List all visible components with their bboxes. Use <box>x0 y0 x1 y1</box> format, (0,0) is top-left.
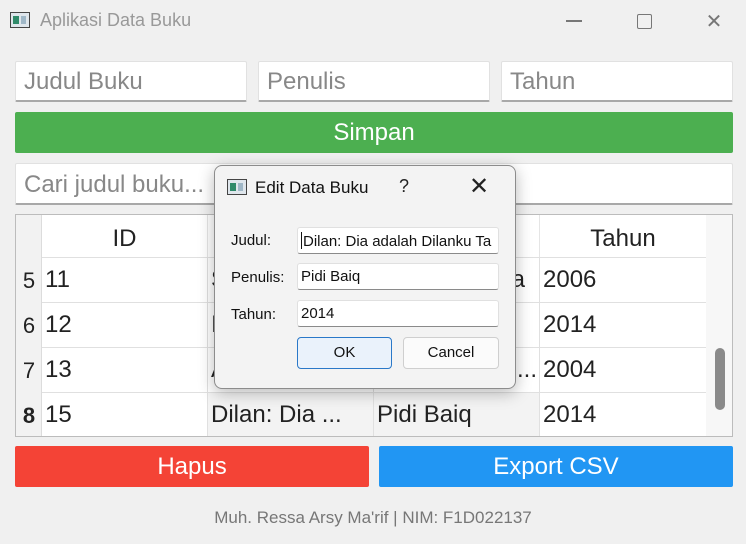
penulis-placeholder: Penulis <box>267 68 346 95</box>
tahun-label: Tahun: <box>231 306 277 323</box>
help-button[interactable]: ? <box>399 176 409 197</box>
dialog-judul-input[interactable]: Dilan: Dia adalah Dilanku Ta <box>297 227 499 254</box>
close-icon: ✕ <box>705 10 723 33</box>
dialog-close-button[interactable]: ✕ <box>469 172 489 201</box>
main-window: Aplikasi Data Buku ✕ Judul Buku Penulis … <box>0 0 746 544</box>
row-number[interactable]: 8 <box>16 403 42 429</box>
row-number[interactable]: 6 <box>16 313 42 339</box>
delete-button[interactable]: Hapus <box>15 446 369 487</box>
dialog-title: Edit Data Buku <box>255 178 369 197</box>
scrollbar-thumb[interactable] <box>715 348 725 410</box>
cell-tahun[interactable]: 2004 <box>540 348 707 392</box>
judul-placeholder: Judul Buku <box>24 68 143 95</box>
search-placeholder: Cari judul buku... <box>24 171 205 198</box>
judul-input[interactable]: Judul Buku <box>15 61 247 102</box>
cell-tahun[interactable]: 2014 <box>540 393 707 436</box>
table-row[interactable]: 15 Dilan: Dia ... Pidi Baiq 2014 <box>42 392 707 436</box>
maximize-button[interactable] <box>616 0 672 42</box>
save-button[interactable]: Simpan <box>15 112 733 153</box>
ok-button[interactable]: OK <box>297 337 392 369</box>
tahun-value: 2014 <box>301 305 335 322</box>
close-button[interactable]: ✕ <box>686 0 742 42</box>
footer-text: Muh. Ressa Arsy Ma'rif | NIM: F1D022137 <box>214 508 532 527</box>
row-number[interactable]: 7 <box>16 358 42 384</box>
dialog-window-icon <box>227 179 247 195</box>
row-header: 5 6 7 8 <box>16 215 42 436</box>
tahun-placeholder: Tahun <box>510 68 576 95</box>
cell-tahun[interactable]: 2014 <box>540 303 707 347</box>
dialog-tahun-input[interactable]: 2014 <box>297 300 499 327</box>
title-bar: Aplikasi Data Buku ✕ <box>0 0 746 42</box>
judul-label: Judul: <box>231 232 272 249</box>
edit-dialog: Edit Data Buku ? ✕ Judul: Dilan: Dia ada… <box>214 165 516 389</box>
cell-penulis[interactable]: Pidi Baiq <box>374 393 540 436</box>
export-csv-button[interactable]: Export CSV <box>379 446 733 487</box>
text-caret <box>301 232 302 249</box>
minimize-button[interactable] <box>546 0 602 42</box>
vertical-scrollbar[interactable] <box>706 215 732 436</box>
row-number[interactable]: 5 <box>16 268 42 294</box>
cell-judul[interactable]: Dilan: Dia ... <box>208 393 374 436</box>
minimize-icon <box>566 20 582 22</box>
judul-value: Dilan: Dia adalah Dilanku Ta <box>303 233 492 250</box>
cell-id[interactable]: 11 <box>42 258 208 302</box>
cell-id[interactable]: 13 <box>42 348 208 392</box>
tahun-input[interactable]: Tahun <box>501 61 733 102</box>
penulis-value: Pidi Baiq <box>301 268 361 285</box>
cell-id[interactable]: 15 <box>42 393 208 436</box>
window-title: Aplikasi Data Buku <box>40 10 192 30</box>
column-header-id[interactable]: ID <box>42 215 208 260</box>
penulis-label: Penulis: <box>231 269 285 286</box>
cancel-button[interactable]: Cancel <box>403 337 499 369</box>
app-window-icon <box>10 12 30 28</box>
cell-id[interactable]: 12 <box>42 303 208 347</box>
cell-tahun[interactable]: 2006 <box>540 258 707 302</box>
column-header-tahun[interactable]: Tahun <box>540 215 706 260</box>
penulis-input[interactable]: Penulis <box>258 61 490 102</box>
dialog-penulis-input[interactable]: Pidi Baiq <box>297 263 499 290</box>
maximize-icon <box>636 13 652 29</box>
